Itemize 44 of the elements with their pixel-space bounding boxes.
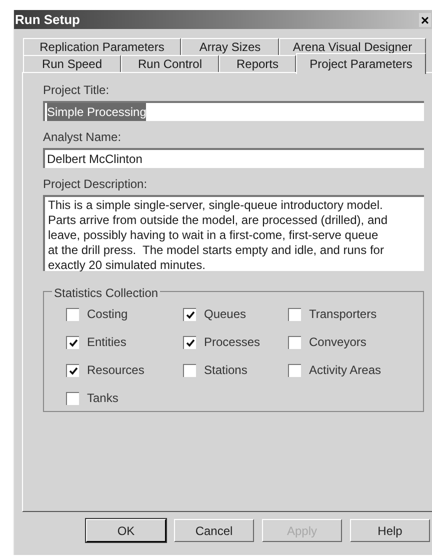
dialog-button[interactable]: OK xyxy=(86,519,166,542)
field-value: Simple Processing xyxy=(47,103,146,121)
checkbox[interactable] xyxy=(66,336,79,348)
checkbox[interactable] xyxy=(183,364,196,376)
tab[interactable]: Arena Visual Designer xyxy=(279,38,426,55)
input-field[interactable]: Delbert McClinton xyxy=(43,148,424,168)
field-label: Analyst Name: xyxy=(43,129,122,146)
checkbox[interactable] xyxy=(288,308,301,320)
checkbox-label: Resources xyxy=(87,362,144,379)
checkbox[interactable] xyxy=(183,336,196,348)
tab[interactable]: Project Parameters xyxy=(296,53,426,74)
checkbox-label: Stations xyxy=(204,362,248,379)
checkbox-label: Conveyors xyxy=(309,334,366,351)
checkbox-label: Queues xyxy=(204,306,246,323)
checkbox[interactable] xyxy=(66,364,79,376)
checkbox[interactable] xyxy=(183,308,196,320)
check-icon xyxy=(186,310,194,318)
check-icon xyxy=(68,338,78,346)
checkbox-label: Activity Areas xyxy=(309,362,382,379)
checkbox[interactable] xyxy=(288,364,301,376)
tab[interactable]: Reports xyxy=(219,55,296,72)
checkbox[interactable] xyxy=(66,392,79,404)
check-icon xyxy=(68,366,78,374)
checkbox-label: Transporters xyxy=(309,306,377,323)
close-button[interactable]: × xyxy=(418,12,431,26)
field-label: Project Title: xyxy=(43,82,110,99)
window-title: Run Setup xyxy=(15,10,80,29)
tab[interactable]: Run Speed xyxy=(23,55,121,72)
description-field[interactable]: This is a simple single-server, single-queue introductory model. Parts arrive from outside the model, are processed (drilled), and leave, possibly having to wait in a first-come, first-serve queue at the drill press. The model starts empty and idle, and runs for exactly 20 simulated minutes. xyxy=(43,195,424,271)
tab[interactable]: Replication Parameters xyxy=(23,38,181,55)
field-value: Delbert McClinton xyxy=(47,151,142,168)
dialog-button[interactable]: Cancel xyxy=(174,519,254,542)
checkbox-label: Processes xyxy=(204,334,260,351)
field-label: Project Description: xyxy=(43,176,148,193)
checkbox-label: Entities xyxy=(87,334,126,351)
checkbox[interactable] xyxy=(66,308,79,320)
checkbox[interactable] xyxy=(288,336,301,348)
input-field[interactable]: Simple Processing xyxy=(43,101,424,121)
checkbox-label: Costing xyxy=(87,306,128,323)
check-icon xyxy=(186,338,194,346)
dialog-button[interactable]: Help xyxy=(350,519,430,542)
tab[interactable]: Array Sizes xyxy=(181,38,279,55)
checkbox-label: Tanks xyxy=(87,390,118,407)
tab[interactable]: Run Control xyxy=(121,55,219,72)
